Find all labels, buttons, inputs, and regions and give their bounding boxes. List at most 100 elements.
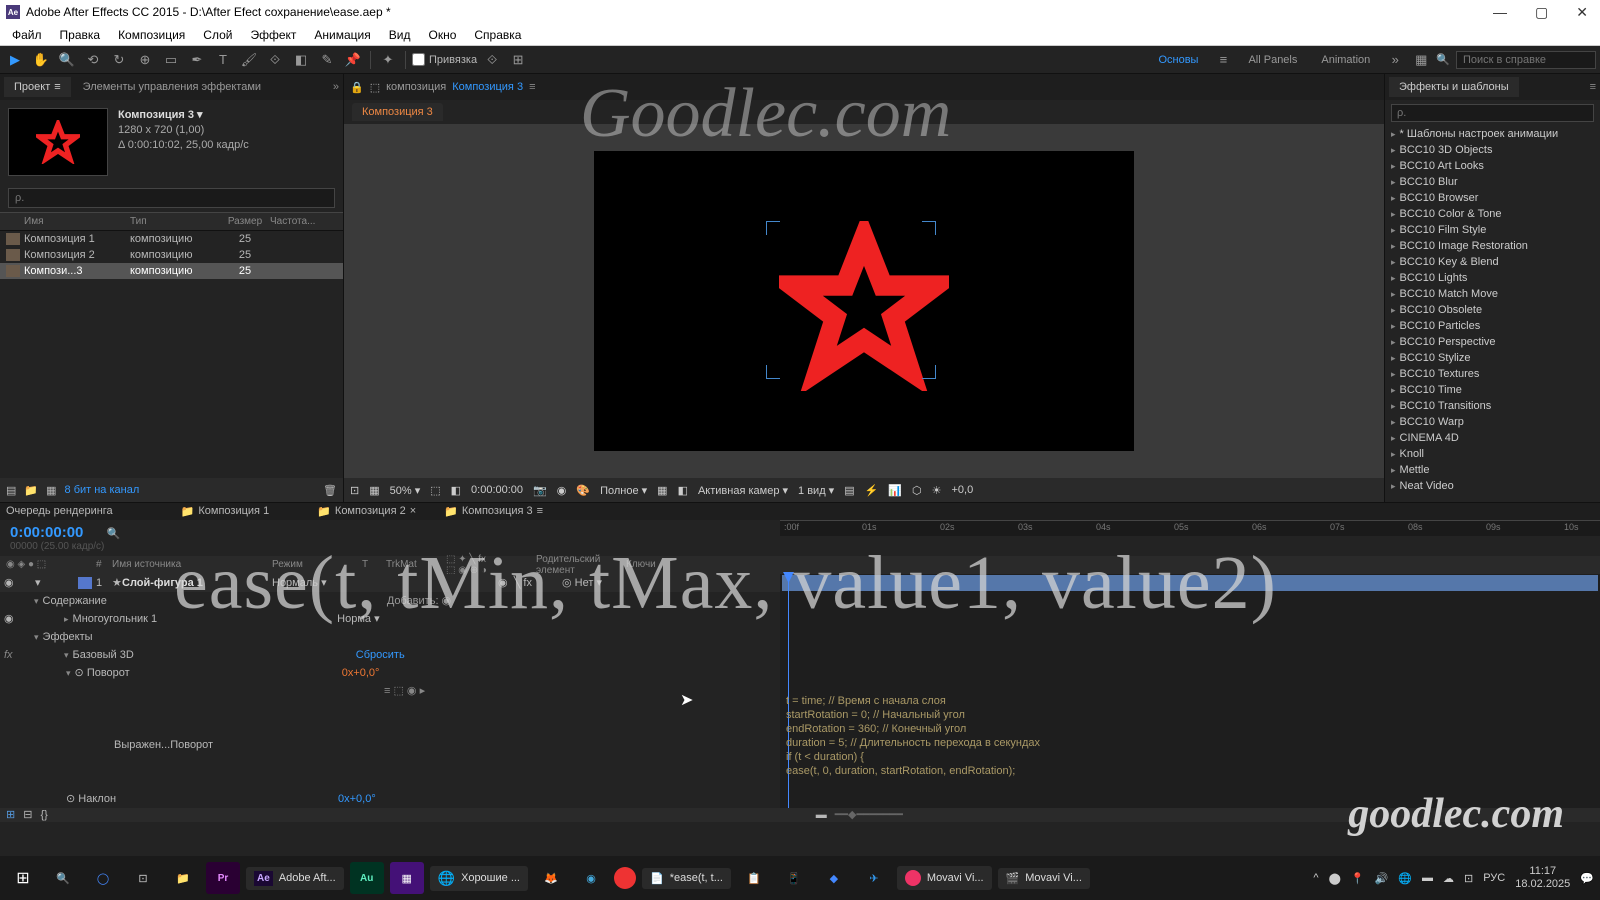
snap-opt1-icon[interactable]: ⟐ xyxy=(481,49,503,71)
bit-depth[interactable]: 8 бит на канал xyxy=(65,484,140,496)
menu-composition[interactable]: Композиция xyxy=(110,26,193,44)
effect-category[interactable]: BCC10 Warp xyxy=(1385,414,1600,430)
menu-file[interactable]: Файл xyxy=(4,26,50,44)
effect-category[interactable]: Neat Video xyxy=(1385,478,1600,494)
menu-edit[interactable]: Правка xyxy=(52,26,109,44)
app-icon[interactable]: 📱 xyxy=(777,862,811,894)
firefox-icon[interactable]: 🦊 xyxy=(534,862,568,894)
polygon-row[interactable]: ◉▸Многоугольник 1Норма ▾ xyxy=(0,610,780,628)
canvas[interactable] xyxy=(344,124,1384,478)
premiere-icon[interactable]: Pr xyxy=(206,862,240,894)
effect-category[interactable]: BCC10 Stylize xyxy=(1385,350,1600,366)
menu-window[interactable]: Окно xyxy=(420,26,464,44)
system-clock[interactable]: 11:17 18.02.2025 xyxy=(1515,865,1570,891)
app-icon[interactable]: ▦ xyxy=(390,862,424,894)
pen-tool[interactable]: ✒ xyxy=(186,49,208,71)
roi-icon[interactable]: ◧ xyxy=(451,484,461,497)
contents-row[interactable]: ▾СодержаниеДобавить: ◉ xyxy=(0,592,780,610)
tray-overflow-icon[interactable]: ^ xyxy=(1313,872,1318,884)
viewer-crumb-link[interactable]: Композиция 3 xyxy=(452,81,523,93)
minimize-button[interactable]: — xyxy=(1487,4,1513,21)
effect-category[interactable]: BCC10 Time xyxy=(1385,382,1600,398)
zoom-dropdown[interactable]: 50% ▾ xyxy=(390,484,421,497)
eraser-tool[interactable]: ◧ xyxy=(290,49,312,71)
taskbar-app-chrome[interactable]: 🌐Хорошие ... xyxy=(430,866,528,891)
type-tool[interactable]: T xyxy=(212,49,234,71)
start-button[interactable]: ⊞ xyxy=(6,862,40,894)
effect-category[interactable]: BCC10 Obsolete xyxy=(1385,302,1600,318)
project-item[interactable]: Композиция 1композицию25 xyxy=(0,231,343,247)
search-button[interactable]: 🔍 xyxy=(46,862,80,894)
effect-category[interactable]: BCC10 Match Move xyxy=(1385,286,1600,302)
snapshot-icon[interactable]: 📷 xyxy=(533,484,547,497)
close-button[interactable]: ✕ xyxy=(1570,4,1594,21)
menu-animation[interactable]: Анимация xyxy=(306,26,378,44)
menu-help[interactable]: Справка xyxy=(466,26,529,44)
exposure-value[interactable]: +0,0 xyxy=(952,484,974,496)
roto-tool[interactable]: ✎ xyxy=(316,49,338,71)
app-icon[interactable]: 📋 xyxy=(737,862,771,894)
effect-category[interactable]: Knoll xyxy=(1385,446,1600,462)
panel-menu-icon[interactable]: ≡ xyxy=(1590,81,1596,93)
edge-icon[interactable]: ◉ xyxy=(574,862,608,894)
flowchart-icon[interactable]: ⬡ xyxy=(912,484,922,497)
hand-tool[interactable]: ✋ xyxy=(30,49,52,71)
effect-category[interactable]: BCC10 Blur xyxy=(1385,174,1600,190)
tray-icon[interactable]: ⊡ xyxy=(1464,872,1473,885)
workspace-menu-icon[interactable]: ≡ xyxy=(1212,49,1234,71)
zoom-out-icon[interactable]: ▬ xyxy=(816,809,827,821)
puppet-tool[interactable]: 📌 xyxy=(342,49,364,71)
local-axis-icon[interactable]: ✦ xyxy=(377,49,399,71)
fast-preview-icon[interactable]: ⚡ xyxy=(865,484,879,497)
timeline-timecode[interactable]: 0:00:00:00 xyxy=(10,524,83,541)
pixel-aspect-icon[interactable]: ▤ xyxy=(844,484,854,497)
trash-icon[interactable]: 🗑 xyxy=(323,484,337,497)
effects-tab[interactable]: Эффекты и шаблоны xyxy=(1389,77,1519,97)
tray-cloud-icon[interactable]: ☁ xyxy=(1443,872,1454,885)
effect-controls-tab[interactable]: Элементы управления эффектами xyxy=(73,77,271,97)
snap-opt2-icon[interactable]: ⊞ xyxy=(507,49,529,71)
transparency-icon[interactable]: ▦ xyxy=(657,484,667,497)
project-search-input[interactable] xyxy=(8,188,335,208)
resolution-dropdown[interactable]: Полное ▾ xyxy=(600,484,647,497)
project-tab[interactable]: Проект ≡ xyxy=(4,77,71,97)
taskbar-app-movavi1[interactable]: Movavi Vi... xyxy=(897,866,992,890)
brackets-icon[interactable]: {} xyxy=(40,809,47,821)
grid-icon[interactable]: ▦ xyxy=(369,484,379,497)
tilt-value[interactable]: 0x+0,0° xyxy=(338,793,376,805)
maximize-button[interactable]: ▢ xyxy=(1529,4,1554,21)
effect-category[interactable]: BCC10 Perspective xyxy=(1385,334,1600,350)
timeline-icon[interactable]: 📊 xyxy=(888,484,902,497)
help-search-input[interactable] xyxy=(1456,51,1596,69)
taskview-icon[interactable]: ⊡ xyxy=(126,862,160,894)
reset-exposure-icon[interactable]: ☀ xyxy=(932,484,942,497)
menu-view[interactable]: Вид xyxy=(381,26,419,44)
tray-icon[interactable]: ▬ xyxy=(1422,872,1433,884)
explorer-icon[interactable]: 📁 xyxy=(166,862,200,894)
viewer-subtab[interactable]: Композиция 3 xyxy=(352,103,443,121)
rotation-row[interactable]: ▾⊙ Поворот0x+0,0° xyxy=(0,664,780,682)
layer-bar[interactable] xyxy=(782,575,1598,591)
notifications-icon[interactable]: 💬 xyxy=(1580,872,1594,885)
cortana-icon[interactable]: ◯ xyxy=(86,862,120,894)
zoom-slider[interactable]: ━━◆━━━━━━━ xyxy=(835,808,903,821)
tray-volume-icon[interactable]: 🔊 xyxy=(1375,872,1389,885)
toggle-switches-icon[interactable]: ⊞ xyxy=(6,808,15,821)
workspace-overflow-icon[interactable]: » xyxy=(1384,49,1406,71)
lock-icon[interactable]: 🔒 xyxy=(350,81,364,94)
effect-category[interactable]: BCC10 3D Objects xyxy=(1385,142,1600,158)
effect-category[interactable]: BCC10 Image Restoration xyxy=(1385,238,1600,254)
workspace-allpanels[interactable]: All Panels xyxy=(1238,54,1307,66)
effect-category[interactable]: BCC10 Browser xyxy=(1385,190,1600,206)
new-comp-icon[interactable]: ▦ xyxy=(46,484,56,497)
zoom-tool[interactable]: 🔍 xyxy=(56,49,78,71)
effect-category[interactable]: * Шаблоны настроек анимации xyxy=(1385,126,1600,142)
effect-category[interactable]: CINEMA 4D xyxy=(1385,430,1600,446)
taskbar-app-notepad[interactable]: 📄*ease(t, t... xyxy=(642,868,731,889)
effect-category[interactable]: BCC10 Lights xyxy=(1385,270,1600,286)
selection-tool[interactable]: ▶ xyxy=(4,49,26,71)
folder-icon[interactable]: 📁 xyxy=(24,484,38,497)
channel-icon[interactable]: ◉ xyxy=(557,484,567,497)
taskbar-app-ae[interactable]: AeAdobe Aft... xyxy=(246,867,344,890)
camera-dropdown[interactable]: Активная камер ▾ xyxy=(698,484,788,497)
